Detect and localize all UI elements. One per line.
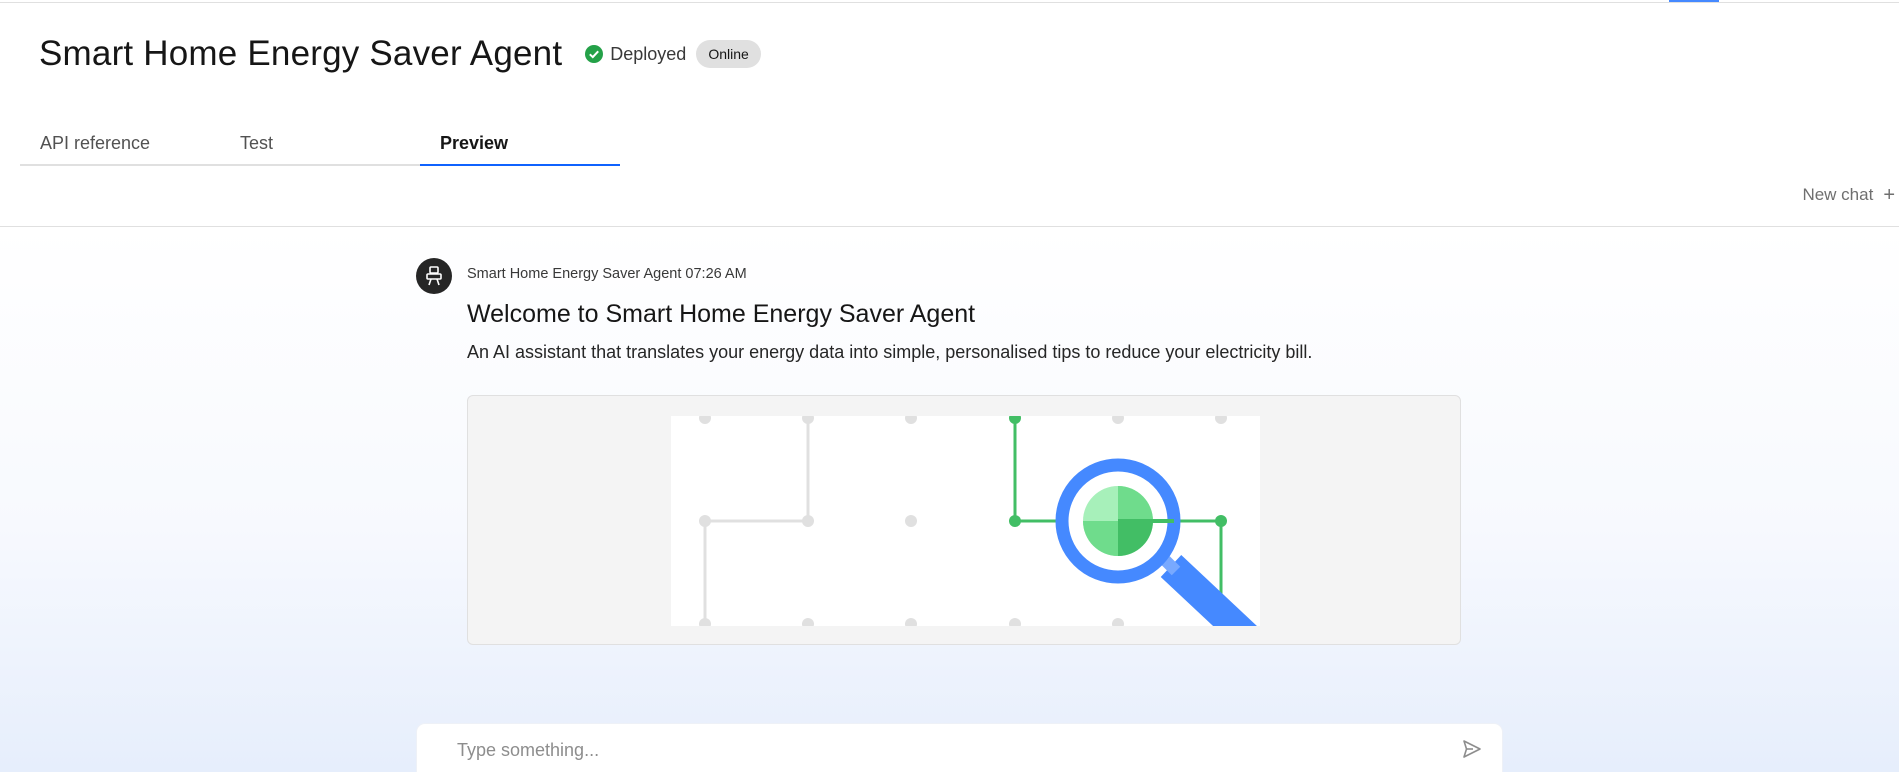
- tab-preview[interactable]: Preview: [420, 124, 620, 166]
- top-divider: [0, 2, 1899, 3]
- plus-icon: +: [1883, 184, 1895, 206]
- media-card: [467, 395, 1461, 645]
- send-icon[interactable]: [1461, 738, 1483, 760]
- message-sender: Smart Home Energy Saver Agent: [467, 266, 682, 282]
- tab-test[interactable]: Test: [220, 124, 420, 166]
- status-label: Deployed: [610, 43, 687, 64]
- agent-avatar: [416, 258, 452, 294]
- deployment-status: Deployed: [585, 44, 686, 65]
- message-meta: Smart Home Energy Saver Agent 07:26 AM: [467, 266, 747, 282]
- illustration-graphic: [699, 416, 1257, 626]
- new-chat-button[interactable]: New chat +: [1802, 185, 1895, 205]
- message-title: Welcome to Smart Home Energy Saver Agent: [467, 300, 976, 328]
- message-composer: [417, 724, 1502, 772]
- message-input[interactable]: [455, 736, 1439, 764]
- page-header: Smart Home Energy Saver Agent Deployed O…: [39, 34, 761, 74]
- message-time: 07:26 AM: [685, 266, 747, 282]
- new-chat-label: New chat: [1802, 185, 1874, 204]
- tab-bar: API reference Test Preview: [20, 124, 620, 166]
- check-circle-icon: [585, 45, 604, 63]
- tab-api-reference[interactable]: API reference: [20, 124, 220, 166]
- robot-icon: [426, 266, 442, 286]
- message-description: An AI assistant that translates your ene…: [467, 342, 1313, 362]
- top-accent-bar: [1669, 0, 1719, 2]
- page: Smart Home Energy Saver Agent Deployed O…: [0, 0, 1899, 772]
- magnifier-network-illustration: [671, 416, 1260, 626]
- page-title: Smart Home Energy Saver Agent: [39, 34, 563, 73]
- status-badge: Online: [696, 40, 761, 68]
